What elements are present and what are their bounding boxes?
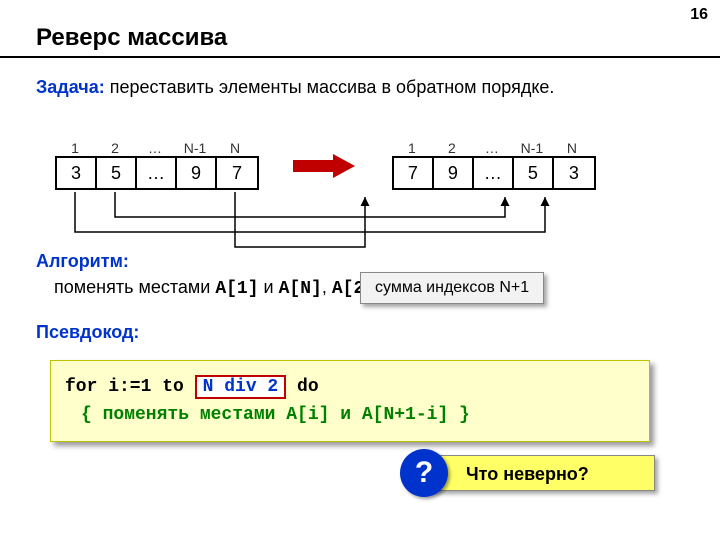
algo-block: Алгоритм: поменять местами A[1] и A[N], … [36,248,676,302]
task-label: Задача: [36,77,105,97]
cell: 3 [554,158,594,188]
algo-text: поменять местами [54,277,215,297]
code-kw: do [286,377,318,397]
idx: 1 [392,140,432,156]
cell: 5 [514,158,554,188]
callout-sum-indices: сумма индексов N+1 [360,272,544,304]
task-block: Задача: переставить элементы массива в о… [36,76,676,98]
array-left: 1 2 … N-1 N 3 5 … 9 7 [55,140,259,190]
array-right: 1 2 … N-1 N 7 9 … 5 3 [392,140,596,190]
slide-number: 16 [690,6,708,24]
algo-text: , [322,277,332,297]
code-box: for i:=1 to N div 2 do { поменять местам… [50,360,650,442]
idx: … [472,140,512,156]
expr: A[N] [279,279,322,299]
idx: 1 [55,140,95,156]
cell: 9 [177,158,217,188]
pseudo-label: Псевдокод: [36,322,139,343]
code-body: { поменять местами A[i] и A[N+1-i] } [65,401,635,429]
arrays: 1 2 … N-1 N 3 5 … 9 7 1 2 … N-1 N 7 9 … … [55,140,615,190]
code-kw: for i:=1 to [65,377,195,397]
idx: … [135,140,175,156]
title-underline [0,56,720,58]
code-highlight: N div 2 [195,375,287,399]
idx: N [215,140,255,156]
page-title: Реверс массива [36,24,227,52]
idx: N [552,140,592,156]
cell: 9 [434,158,474,188]
task-text: переставить элементы массива в обратном … [110,77,555,97]
arrow-icon [293,154,357,178]
cell: … [474,158,514,188]
wrong-callout: Что неверно? [425,455,655,491]
idx: 2 [432,140,472,156]
idx: 2 [95,140,135,156]
cell: 7 [394,158,434,188]
algo-label: Алгоритм: [36,251,129,271]
swap-arrows [55,192,615,252]
cell: … [137,158,177,188]
idx: N-1 [175,140,215,156]
algo-text: и [259,277,279,297]
cell: 5 [97,158,137,188]
idx: N-1 [512,140,552,156]
expr: A[1] [215,279,258,299]
cell: 7 [217,158,257,188]
cell: 3 [57,158,97,188]
question-icon: ? [400,449,448,497]
